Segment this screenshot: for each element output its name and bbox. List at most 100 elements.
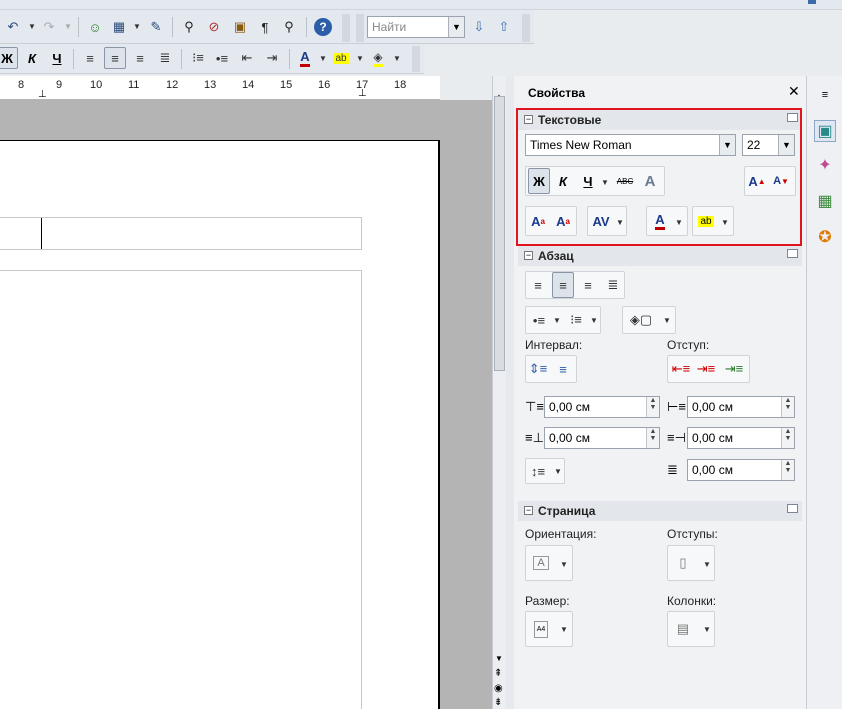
margins-dropdown-icon[interactable]: ▼	[703, 560, 711, 569]
toolbar-overflow-handle[interactable]	[522, 14, 530, 42]
below-paragraph-spacing-input[interactable]: 0,00 см	[544, 427, 660, 449]
before-text-spinner[interactable]: ▲ ▼	[781, 397, 794, 417]
margins-icon[interactable]: ▯	[670, 550, 696, 576]
sidebar-menu-icon[interactable]: ≡	[814, 84, 836, 106]
properties-tab-icon[interactable]: ▣	[814, 120, 836, 142]
find-dropdown-button[interactable]: ▼	[448, 17, 464, 37]
decrease-spacing-icon[interactable]: ≡	[552, 356, 574, 382]
indent-marker-icon[interactable]: ⊥	[38, 89, 47, 100]
background-dropdown-icon[interactable]: ▼	[393, 54, 401, 63]
text-section-highlight-frame	[516, 108, 802, 246]
decrease-indent-icon[interactable]: ⇤	[236, 47, 258, 69]
align-left-icon[interactable]: ≡	[527, 272, 549, 298]
hanging-indent-icon[interactable]: ⇥≡	[720, 356, 748, 382]
before-text-indent-icon: ⊢≡	[667, 399, 686, 414]
font-color-dropdown-icon[interactable]: ▼	[319, 54, 327, 63]
page-section-title: Страница	[538, 504, 596, 518]
first-line-spinner[interactable]: ▲ ▼	[781, 460, 794, 480]
after-text-indent-input[interactable]: 0,00 см	[687, 427, 795, 449]
highlight-dropdown-icon[interactable]: ▼	[356, 54, 364, 63]
bullets-dropdown-icon[interactable]: ▼	[553, 316, 561, 325]
bold-button[interactable]: Ж	[0, 47, 18, 69]
previous-page-icon[interactable]: ⇞	[494, 668, 502, 679]
align-center-icon[interactable]: ≡	[104, 47, 126, 69]
below-spacing-spinner[interactable]: ▲ ▼	[646, 428, 659, 448]
bullets-icon[interactable]: •≡	[211, 47, 233, 69]
indent-label: Отступ:	[667, 338, 710, 352]
columns-icon[interactable]: ▤	[670, 616, 696, 642]
gallery-icon[interactable]: ▣	[229, 16, 251, 38]
toolbar-overflow-handle[interactable]	[342, 14, 350, 42]
background-color-icon[interactable]: ◈	[367, 47, 389, 69]
ruler-tick-label: 10	[90, 79, 103, 91]
find-previous-icon[interactable]: ⇧	[493, 16, 515, 38]
page-size-icon[interactable]: A4	[528, 616, 554, 642]
undo-icon[interactable]: ↶	[2, 16, 24, 38]
zoom-icon[interactable]: ⚲	[278, 16, 300, 38]
right-indent-marker-icon[interactable]: ⊥	[358, 88, 367, 99]
above-spacing-spinner[interactable]: ▲ ▼	[646, 397, 659, 417]
find-next-icon[interactable]: ⇩	[468, 16, 490, 38]
before-text-indent-input[interactable]: 0,00 см	[687, 396, 795, 418]
binoculars-icon[interactable]: ⚲	[178, 16, 200, 38]
underline-button[interactable]: Ч	[46, 47, 68, 69]
help-icon[interactable]: ?	[312, 16, 334, 38]
navigator-icon[interactable]: ⊘	[203, 16, 225, 38]
font-color-icon[interactable]: A	[294, 47, 316, 69]
draw-functions-icon[interactable]: ✎	[145, 16, 167, 38]
line-spacing-dropdown-icon[interactable]: ▼	[554, 467, 562, 476]
table-dropdown-icon[interactable]: ▼	[133, 22, 141, 31]
navigator-tab-icon[interactable]: ✪	[814, 226, 836, 248]
paragraph-background-dropdown-icon[interactable]: ▼	[663, 316, 671, 325]
increase-indent-icon[interactable]: ⇥	[261, 47, 283, 69]
orientation-dropdown-icon[interactable]: ▼	[560, 560, 568, 569]
numbering-icon[interactable]: ⁝≡	[187, 47, 209, 69]
find-toolbar-handle[interactable]	[356, 14, 364, 42]
formatting-marks-icon[interactable]: ¶	[254, 16, 276, 38]
italic-button[interactable]: К	[21, 47, 43, 69]
columns-dropdown-icon[interactable]: ▼	[703, 625, 711, 634]
next-page-icon[interactable]: ⇟	[494, 697, 502, 708]
numbering-icon[interactable]: ⁝≡	[564, 307, 588, 333]
toolbar-overflow-handle[interactable]	[412, 46, 420, 72]
line-spacing-icon[interactable]: ↕≡	[526, 458, 550, 484]
justify-icon[interactable]: ≣	[602, 272, 624, 298]
paragraph-more-options-icon[interactable]	[787, 249, 798, 258]
first-line-indent-input[interactable]: 0,00 см	[687, 459, 795, 481]
navigation-icon[interactable]: ◉	[494, 683, 503, 694]
bullets-icon[interactable]: •≡	[527, 307, 551, 333]
redo-icon[interactable]: ↷	[38, 16, 60, 38]
redo-dropdown-icon[interactable]: ▼	[64, 22, 72, 31]
sidebar-close-icon[interactable]: ✕	[788, 83, 800, 100]
numbering-dropdown-icon[interactable]: ▼	[590, 316, 598, 325]
undo-dropdown-icon[interactable]: ▼	[28, 22, 36, 31]
orientation-icon[interactable]: A	[528, 550, 554, 576]
gallery-tab-icon[interactable]: ▦	[814, 190, 836, 212]
hyperlink-icon[interactable]: ☺	[84, 16, 106, 38]
scroll-down-arrow-icon[interactable]: ▼	[495, 654, 503, 663]
header-area[interactable]	[0, 217, 362, 250]
increase-spacing-icon[interactable]: ⇕≡	[527, 356, 549, 382]
decrease-indent-icon[interactable]: ⇥≡	[694, 356, 718, 382]
above-paragraph-spacing-input[interactable]: 0,00 см	[544, 396, 660, 418]
collapse-page-section-icon[interactable]: −	[524, 506, 533, 515]
align-left-icon[interactable]: ≡	[79, 47, 101, 69]
justify-icon[interactable]: ≣	[154, 47, 176, 69]
align-right-icon[interactable]: ≡	[129, 47, 151, 69]
align-center-icon[interactable]: ≡	[552, 272, 574, 298]
highlight-icon[interactable]: ab	[330, 47, 352, 69]
scroll-thumb[interactable]	[494, 96, 505, 371]
align-right-icon[interactable]: ≡	[577, 272, 599, 298]
increase-indent-icon[interactable]: ⇤≡	[669, 356, 693, 382]
styles-tab-icon[interactable]: ✦	[814, 154, 836, 176]
sidebar-splitter[interactable]	[506, 76, 514, 709]
table-icon[interactable]: ▦	[108, 16, 130, 38]
page-more-options-icon[interactable]	[787, 504, 798, 513]
after-text-spinner[interactable]: ▲ ▼	[781, 428, 794, 448]
horizontal-ruler[interactable]: 8 9 10 11 12 13 14 15 16 17 18 ⊥ ⊥	[0, 76, 440, 100]
paragraph-background-icon[interactable]: ◈▢	[624, 307, 658, 333]
vertical-scrollbar[interactable]: ▲ ▼ ⇞ ◉ ⇟	[492, 76, 506, 709]
size-dropdown-icon[interactable]: ▼	[560, 625, 568, 634]
text-body-area[interactable]	[0, 270, 362, 709]
collapse-paragraph-section-icon[interactable]: −	[524, 251, 533, 260]
